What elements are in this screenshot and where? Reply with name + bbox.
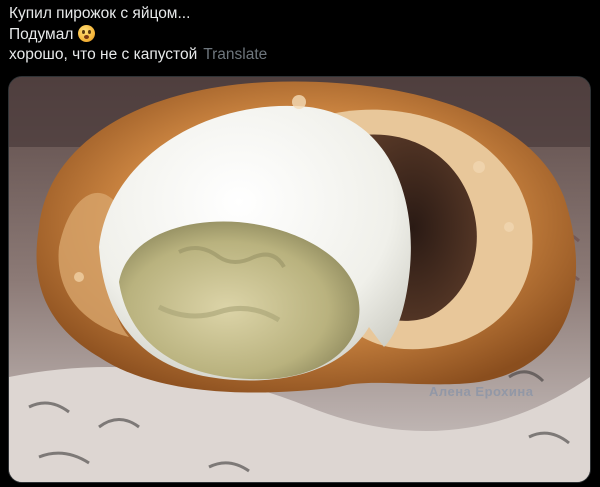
tweet-text: Купил пирожок с яйцом... Подумал хорошо,… xyxy=(9,4,267,66)
pie-with-egg-image xyxy=(9,77,590,482)
tweet-line-3-text: хорошо, что не с капустой xyxy=(9,46,198,63)
translate-link[interactable]: Translate xyxy=(203,46,267,63)
tweet-line-3: хорошо, что не с капустой Translate xyxy=(9,45,267,66)
tweet-line-2-text: Подумал xyxy=(9,25,74,43)
post-photo[interactable]: Алена Ерохина xyxy=(8,76,591,483)
tweet-post: Купил пирожок с яйцом... Подумал хорошо,… xyxy=(0,0,600,487)
tweet-line-1: Купил пирожок с яйцом... xyxy=(9,5,191,22)
photo-watermark: Алена Ерохина xyxy=(429,384,534,399)
tweet-line-2: Подумал xyxy=(9,24,267,46)
flushed-face-icon xyxy=(78,24,96,42)
